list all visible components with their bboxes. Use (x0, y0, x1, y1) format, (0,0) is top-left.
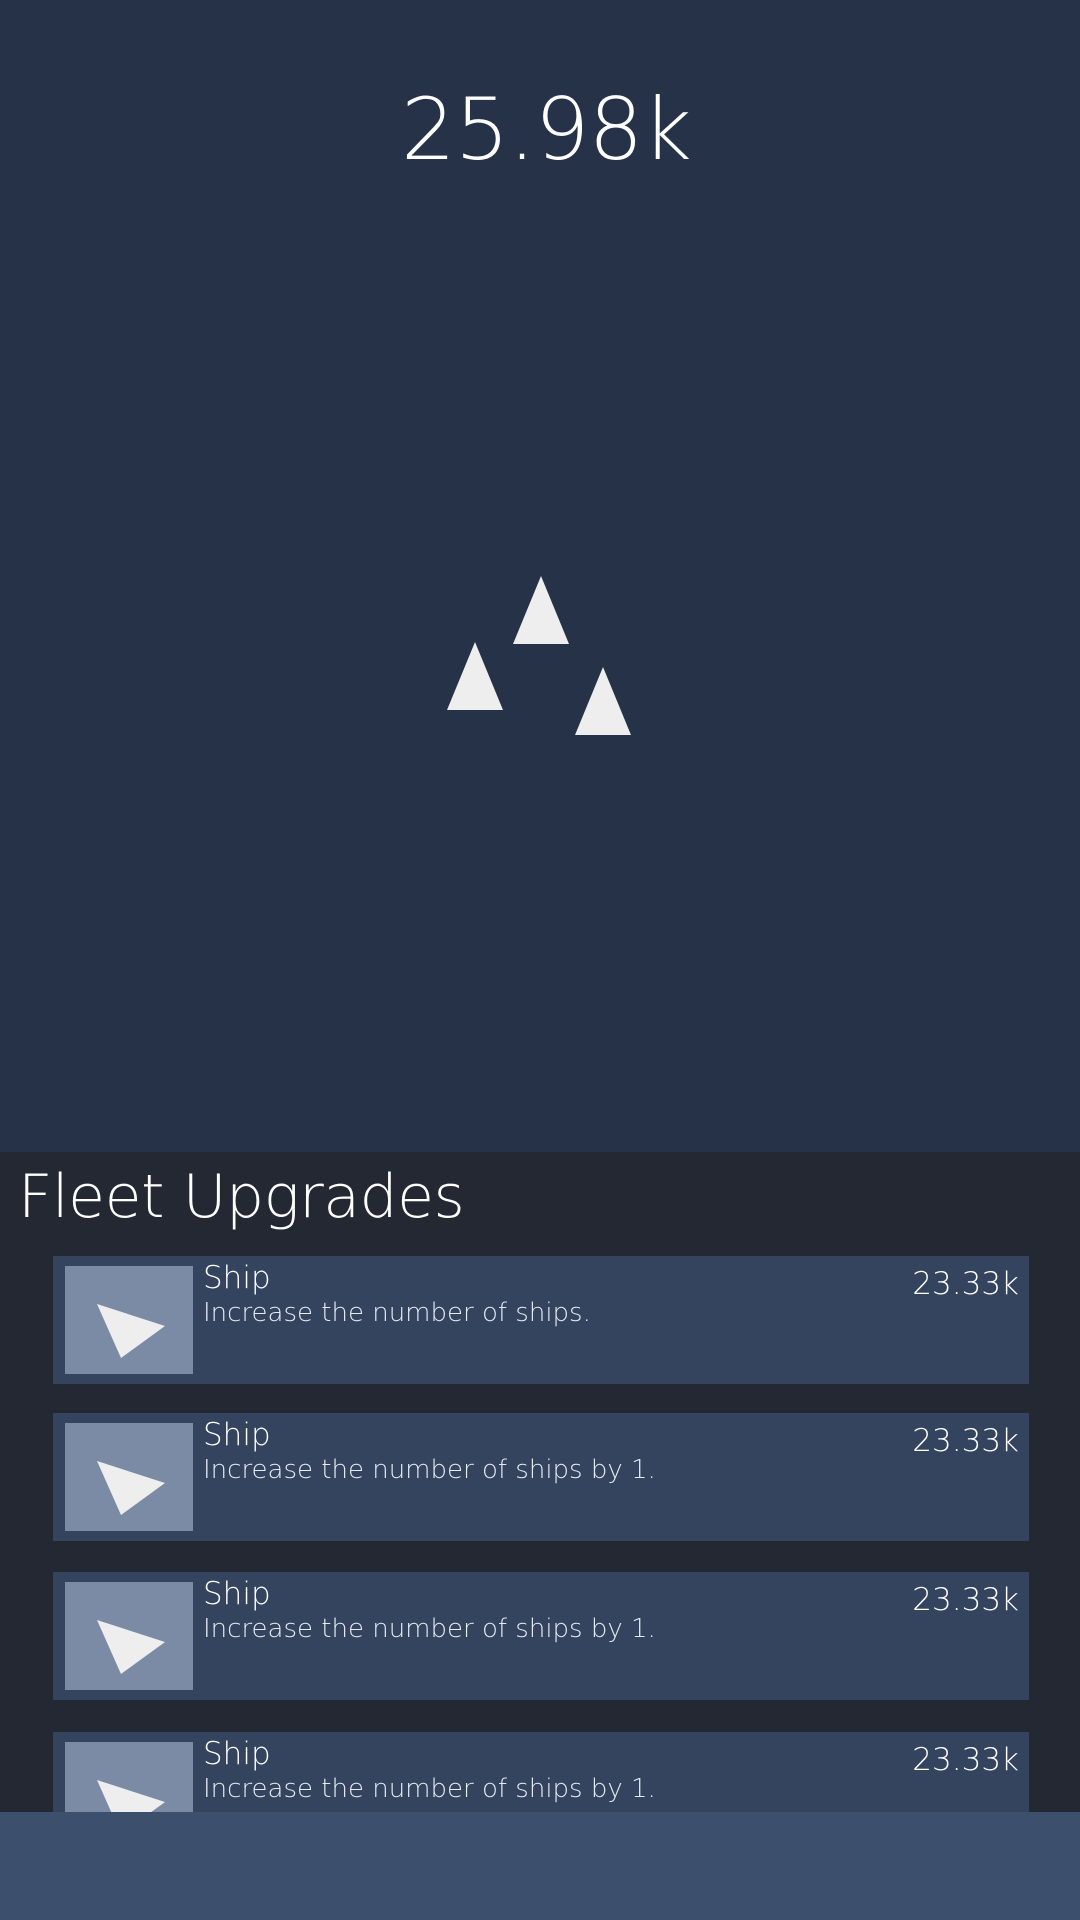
fleet-upgrades-panel: Fleet Upgrades Ship Increase the number … (0, 1152, 1080, 1812)
upgrade-cost: 23.33k (912, 1266, 1019, 1302)
bottom-bar (0, 1812, 1080, 1920)
ship-icon (511, 574, 571, 646)
upgrade-card-ship[interactable]: Ship Increase the number of ships. 23.33… (53, 1256, 1029, 1384)
game-screen: 25.98k Fleet Upgrades Ship Increase the … (0, 0, 1080, 1920)
ship-arrow-icon (65, 1582, 193, 1690)
score-counter: 25.98k (400, 80, 692, 180)
upgrade-cost: 23.33k (912, 1742, 1019, 1778)
upgrade-title: Ship (203, 1576, 271, 1612)
ship-icon (445, 640, 505, 712)
ship-icon (573, 665, 633, 737)
upgrade-title: Ship (203, 1260, 271, 1296)
upgrade-title: Ship (203, 1736, 271, 1772)
upgrade-description: Increase the number of ships by 1. (203, 1455, 656, 1485)
upgrade-description: Increase the number of ships by 1. (203, 1614, 656, 1644)
upgrade-description: Increase the number of ships. (203, 1298, 591, 1328)
game-area[interactable]: 25.98k (0, 0, 1080, 1152)
upgrade-card-ship[interactable]: Ship Increase the number of ships by 1. … (53, 1572, 1029, 1700)
upgrade-card-ship[interactable]: Ship Increase the number of ships by 1. … (53, 1413, 1029, 1541)
upgrade-title: Ship (203, 1417, 271, 1453)
upgrade-description: Increase the number of ships by 1. (203, 1774, 656, 1804)
upgrade-cost: 23.33k (912, 1423, 1019, 1459)
ship-arrow-icon (65, 1266, 193, 1374)
upgrade-cost: 23.33k (912, 1582, 1019, 1618)
ship-arrow-icon (65, 1423, 193, 1531)
upgrade-card-ship[interactable]: Ship Increase the number of ships by 1. … (53, 1732, 1029, 1812)
panel-title: Fleet Upgrades (18, 1162, 465, 1232)
ship-arrow-icon (65, 1742, 193, 1812)
